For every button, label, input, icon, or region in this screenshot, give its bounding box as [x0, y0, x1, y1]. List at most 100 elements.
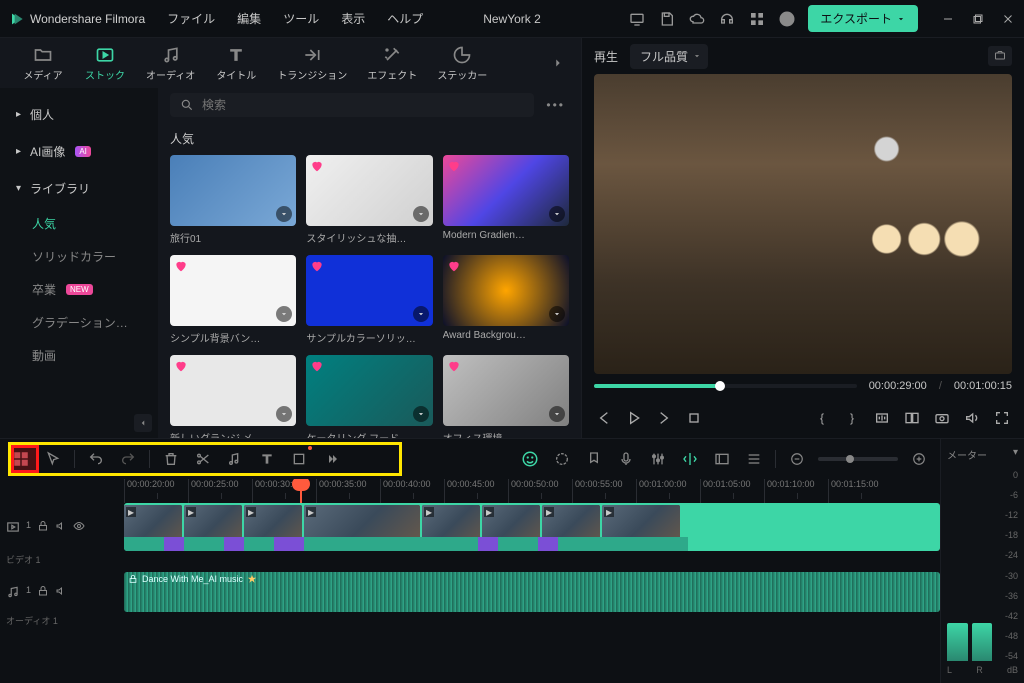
sidebar-item-personal[interactable]: ▸個人 — [0, 96, 158, 133]
menu-help[interactable]: ヘルプ — [387, 10, 423, 27]
tab-transition[interactable]: トランジション — [271, 41, 353, 86]
export-button[interactable]: エクスポート — [808, 5, 918, 32]
track-audio-icon[interactable] — [6, 585, 20, 599]
download-icon[interactable] — [276, 306, 292, 322]
close-button[interactable] — [1000, 11, 1016, 27]
render-button[interactable] — [551, 448, 573, 470]
stock-item[interactable]: ケータリング フード … — [306, 355, 432, 438]
zoom-slider[interactable] — [818, 457, 898, 461]
download-icon[interactable] — [413, 406, 429, 422]
tab-title[interactable]: タイトル — [209, 41, 263, 86]
track-visible-icon[interactable] — [73, 520, 85, 534]
sidebar-item-gradation[interactable]: グラデーション… — [0, 306, 158, 339]
sidebar-item-grad[interactable]: 卒業NEW — [0, 273, 158, 306]
more-menu-button[interactable]: ••• — [542, 98, 569, 112]
tabs-next-button[interactable] — [551, 56, 565, 70]
redo-button[interactable] — [117, 448, 139, 470]
split-button[interactable] — [192, 448, 214, 470]
zoom-in-button[interactable] — [908, 448, 930, 470]
download-icon[interactable] — [413, 306, 429, 322]
more-tools-button[interactable] — [320, 448, 342, 470]
download-icon[interactable] — [276, 206, 292, 222]
select-tool-button[interactable] — [42, 448, 64, 470]
stop-button[interactable] — [684, 408, 704, 428]
sidebar-item-solid[interactable]: ソリッドカラー — [0, 240, 158, 273]
zoom-out-button[interactable] — [786, 448, 808, 470]
cloud-icon[interactable] — [688, 10, 706, 28]
track-body-audio[interactable]: Dance With Me_AI music — [124, 572, 940, 612]
menu-edit[interactable]: 編集 — [237, 10, 261, 27]
auto-beat-button[interactable] — [679, 448, 701, 470]
mixer-button[interactable] — [647, 448, 669, 470]
undo-button[interactable] — [85, 448, 107, 470]
download-icon[interactable] — [413, 206, 429, 222]
menu-view[interactable]: 表示 — [341, 10, 365, 27]
play-button[interactable] — [624, 408, 644, 428]
device-icon[interactable] — [628, 10, 646, 28]
download-icon[interactable] — [549, 306, 565, 322]
capture-button[interactable] — [932, 408, 952, 428]
stock-item[interactable]: スタイリッシュな抽… — [306, 155, 432, 245]
sidebar-item-popular[interactable]: 人気 — [0, 207, 158, 240]
snapshot-button[interactable] — [988, 46, 1012, 66]
crop-button[interactable] — [288, 448, 310, 470]
prev-frame-button[interactable] — [594, 408, 614, 428]
tab-stock[interactable]: ストック — [78, 41, 132, 86]
fullscreen-button[interactable] — [992, 408, 1012, 428]
avatar-icon[interactable] — [778, 10, 796, 28]
sidebar-item-library[interactable]: ▾ライブラリ — [0, 170, 158, 207]
track-mute-icon[interactable] — [55, 585, 67, 599]
menu-tool[interactable]: ツール — [283, 10, 319, 27]
search-input[interactable] — [202, 98, 524, 112]
search-box[interactable] — [170, 93, 534, 117]
mark-in-button[interactable]: { — [812, 408, 832, 428]
sidebar-collapse-button[interactable] — [134, 414, 152, 432]
save-icon[interactable] — [658, 10, 676, 28]
next-frame-button[interactable] — [654, 408, 674, 428]
ai-face-button[interactable] — [519, 448, 541, 470]
stock-item[interactable]: シンプル背景バン… — [170, 255, 296, 345]
stock-item[interactable]: サンプルカラーソリッ… — [306, 255, 432, 345]
menu-file[interactable]: ファイル — [167, 10, 215, 27]
download-icon[interactable] — [276, 406, 292, 422]
tab-sticker[interactable]: ステッカー — [431, 41, 493, 86]
minimize-button[interactable] — [940, 11, 956, 27]
apps-icon[interactable] — [748, 10, 766, 28]
download-icon[interactable] — [549, 206, 565, 222]
progress-bar[interactable] — [594, 384, 857, 388]
track-media-icon[interactable] — [6, 520, 20, 534]
audio-adjust-button[interactable] — [224, 448, 246, 470]
timeline-playhead[interactable] — [300, 479, 302, 503]
sidebar-item-video[interactable]: 動画 — [0, 339, 158, 372]
delete-button[interactable] — [160, 448, 182, 470]
stock-item[interactable]: 旅行01 — [170, 155, 296, 245]
text-button[interactable] — [256, 448, 278, 470]
tab-effect[interactable]: エフェクト — [361, 41, 423, 86]
headset-icon[interactable] — [718, 10, 736, 28]
download-icon[interactable] — [549, 406, 565, 422]
stock-item[interactable]: Modern Gradien… — [443, 155, 569, 245]
mark-out-button[interactable]: } — [842, 408, 862, 428]
track-lock-icon[interactable] — [37, 520, 49, 534]
adjust-button[interactable] — [711, 448, 733, 470]
track-body-video[interactable]: ▸ ▸ ▸ ▸ ▸ ▸ ▸ ▸ — [124, 503, 940, 551]
maximize-button[interactable] — [970, 11, 986, 27]
quality-select[interactable]: フル品質 — [630, 44, 708, 69]
preview-video[interactable] — [594, 74, 1012, 374]
scope-button[interactable] — [872, 408, 892, 428]
layout-button[interactable] — [10, 448, 32, 470]
voice-button[interactable] — [615, 448, 637, 470]
volume-button[interactable] — [962, 408, 982, 428]
stock-item[interactable]: 新しいグランジ メ… — [170, 355, 296, 438]
stock-item[interactable]: Award Backgrou… — [443, 255, 569, 345]
tab-media[interactable]: メディア — [16, 41, 70, 86]
compare-button[interactable] — [902, 408, 922, 428]
track-lock-icon[interactable] — [37, 585, 49, 599]
timeline-ruler[interactable]: 00:00:20:00 00:00:25:00 00:00:30:00 00:0… — [0, 479, 940, 503]
meter-dropdown-icon[interactable]: ▾ — [1013, 447, 1018, 462]
marker-button[interactable] — [583, 448, 605, 470]
stock-item[interactable]: オフィス環境 — [443, 355, 569, 438]
tab-audio[interactable]: オーディオ — [140, 41, 201, 86]
track-manage-button[interactable] — [743, 448, 765, 470]
track-mute-icon[interactable] — [55, 520, 67, 534]
